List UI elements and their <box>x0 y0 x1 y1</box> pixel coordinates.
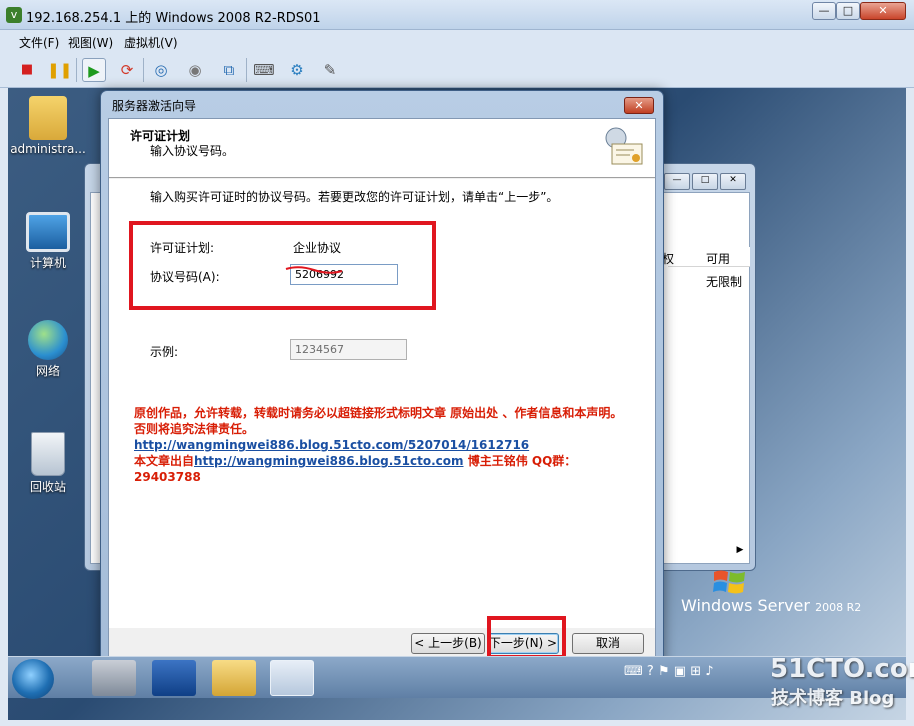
desktop-icon-label: 计算机 <box>29 256 66 270</box>
column-header-available[interactable]: 可用 <box>706 250 730 267</box>
bg-minimize-icon[interactable]: — <box>664 173 690 190</box>
windows-server-text: Windows Server <box>681 596 810 615</box>
desktop-icon-administrator[interactable]: administra... <box>8 96 88 156</box>
windows-server-logo: Windows Server 2008 R2 <box>681 596 861 615</box>
certificate-icon <box>604 126 646 166</box>
window-title: 192.168.254.1 上的 Windows 2008 R2-RDS01 <box>26 11 321 26</box>
highlight-box-license-fields <box>129 221 436 310</box>
toolbar-separator <box>246 58 247 82</box>
server-manager-icon[interactable] <box>92 660 136 696</box>
explorer-icon[interactable] <box>212 660 256 696</box>
highlight-box-next-button <box>487 616 566 659</box>
cancel-button[interactable]: 取消 <box>572 633 644 654</box>
snapshot-icon[interactable]: ◎ <box>149 58 173 82</box>
minimize-button[interactable]: — <box>812 2 836 20</box>
watermark-51cto: 51CTO.com <box>770 654 914 684</box>
close-button[interactable]: ✕ <box>860 2 906 20</box>
network-icon <box>28 320 68 360</box>
settings-icon[interactable]: ✎ <box>318 58 342 82</box>
desktop-icon-network[interactable]: 网络 <box>8 320 88 379</box>
system-tray: ⌨ ? ⚑ ▣ ⊞ ♪ <box>624 664 714 679</box>
note-text: 原创作品，允许转载，转载时请务必以超链接形式标明文章 原始出处 、作者信息和本声… <box>134 406 623 436</box>
header-subtitle: 输入协议号码。 <box>150 144 235 158</box>
note-text: 本文章出自 <box>134 454 195 468</box>
vmware-logo-icon: v <box>6 7 22 23</box>
play-icon[interactable]: ▶ <box>82 58 106 82</box>
revert-icon[interactable]: ◉ <box>183 58 207 82</box>
desktop-icon-label: 回收站 <box>29 480 66 494</box>
windows-server-version: 2008 R2 <box>815 601 862 614</box>
manage-snapshots-icon[interactable]: ⧉ <box>217 58 241 82</box>
windows-flag-logo <box>712 568 748 596</box>
menu-view[interactable]: 视图(W) <box>68 34 113 51</box>
activation-wizard-taskbar-icon[interactable] <box>270 660 314 696</box>
intro-text: 输入购买许可证时的协议号码。若要更改您的许可证计划，请单击“上一步”。 <box>150 190 559 204</box>
desktop-icon-label: administra... <box>10 142 86 156</box>
scroll-right-icon[interactable]: ▶ <box>732 545 748 559</box>
dialog-close-button[interactable]: ✕ <box>624 97 654 114</box>
keyboard-icon[interactable]: ⌨ <box>624 664 643 679</box>
maximize-button[interactable]: □ <box>836 2 860 20</box>
start-button-icon[interactable] <box>12 659 54 699</box>
volume-icon[interactable]: ♪ <box>705 664 713 679</box>
desktop-icon-computer[interactable]: 计算机 <box>8 212 88 271</box>
reset-icon[interactable]: ⟳ <box>115 58 139 82</box>
dialog-title: 服务器激活向导 <box>112 99 197 113</box>
menu-file[interactable]: 文件(F) <box>19 34 59 51</box>
note-link-article[interactable]: http://wangmingwei886.blog.51cto.com/520… <box>134 438 529 452</box>
toolbar-separator <box>76 58 77 82</box>
example-label: 示例: <box>150 345 179 359</box>
powershell-icon[interactable] <box>152 660 196 696</box>
note-link-blog[interactable]: http://wangmingwei886.blog.51cto.com <box>194 454 464 468</box>
help-icon[interactable]: ? <box>647 664 654 679</box>
recycle-bin-icon <box>31 432 65 476</box>
copyright-note: 原创作品，允许转载，转载时请务必以超链接形式标明文章 原始出处 、作者信息和本声… <box>134 405 634 485</box>
stop-icon[interactable]: ■ <box>15 58 39 82</box>
network-tray-icon[interactable]: ⊞ <box>690 664 701 679</box>
menu-vm[interactable]: 虚拟机(V) <box>124 34 178 51</box>
user-folder-icon <box>29 96 67 140</box>
pause-icon[interactable]: ❚❚ <box>47 58 72 82</box>
bg-maximize-icon[interactable]: □ <box>692 173 718 190</box>
connect-icon[interactable]: ⚙ <box>285 58 309 82</box>
action-center-icon[interactable]: ⚑ <box>658 664 670 679</box>
back-button[interactable]: < 上一步(B) <box>411 633 485 654</box>
bg-close-icon[interactable]: ✕ <box>720 173 746 190</box>
desktop-icon-label: 网络 <box>35 364 60 378</box>
send-ctrl-alt-del-icon[interactable]: ⌨ <box>252 58 276 82</box>
toolbar-separator <box>143 58 144 82</box>
cell-available-value: 无限制 <box>706 275 743 289</box>
computer-icon <box>26 212 70 252</box>
desktop-icon-recycle-bin[interactable]: 回收站 <box>8 432 88 495</box>
watermark-blog: 技术博客 Blog <box>771 688 895 709</box>
example-field <box>290 339 407 360</box>
vm-tools-icon[interactable]: ▣ <box>674 664 686 679</box>
